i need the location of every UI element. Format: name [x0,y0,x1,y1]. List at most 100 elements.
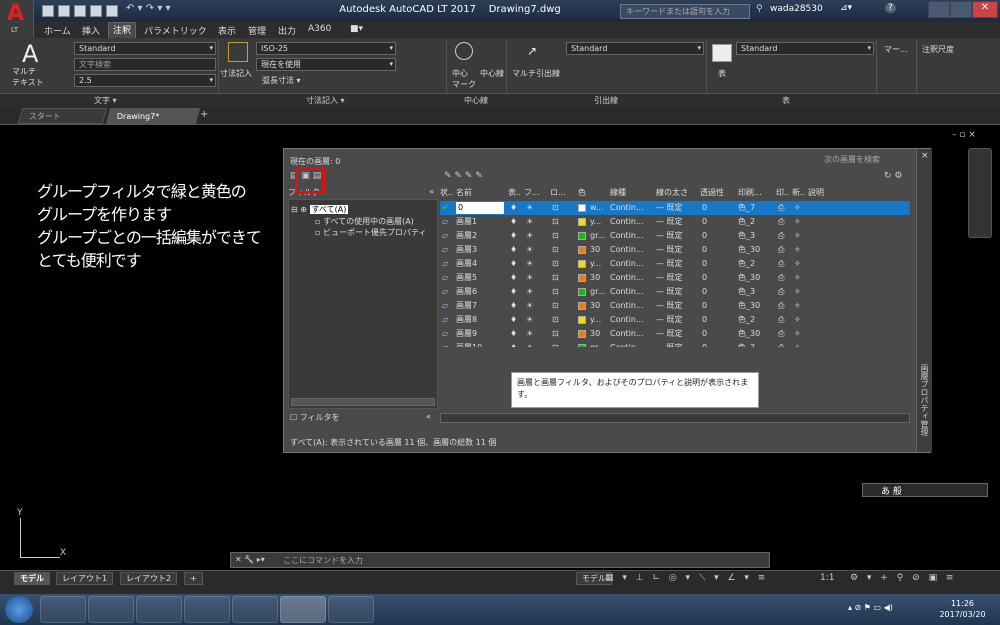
lock-icon[interactable]: ⊡ [552,286,559,298]
linetype[interactable]: Contin... [610,300,644,312]
tab-layout1[interactable]: レイアウト1 [56,572,114,585]
new-vp-freeze-icon[interactable]: ✧ [794,286,801,298]
lock-icon[interactable]: ⊡ [552,216,559,228]
centerline-button[interactable]: 中心線 [480,68,504,79]
lineweight[interactable]: — 既定 [656,342,683,347]
linetype[interactable]: Contin... [610,342,644,347]
lock-icon[interactable]: ⊡ [552,314,559,326]
help-icon[interactable]: ? [885,3,896,13]
printer-icon[interactable]: ⎙ [778,300,784,312]
column-header[interactable]: 色 [578,187,586,199]
command-line[interactable]: ✕ 🔧 ▸▾ ここにコマンドを入力 [230,552,770,568]
linetype[interactable]: Contin... [610,230,644,242]
printer-icon[interactable]: ⎙ [778,272,784,284]
lightbulb-icon[interactable]: ♦ [510,258,517,270]
new-vp-freeze-icon[interactable]: ✧ [794,202,801,214]
printer-icon[interactable]: ⎙ [778,286,784,298]
refresh-settings-icon[interactable]: ↻ ⚙ [884,171,902,181]
linetype[interactable]: Contin... [610,286,644,298]
ime-toolbar[interactable]: あ 般 [862,483,988,497]
start-button[interactable] [5,596,33,623]
linetype[interactable]: Contin... [610,216,644,228]
new-vp-freeze-icon[interactable]: ✧ [794,244,801,256]
transparency[interactable]: 0 [702,272,707,284]
tab-a360[interactable]: A360 [308,24,331,34]
sun-icon[interactable]: ☀ [526,202,533,214]
transparency[interactable]: 0 [702,258,707,270]
lock-icon[interactable]: ⊡ [552,258,559,270]
drafting-toggles[interactable]: ▦ ▾ ⊥ ∟ ◎ ▾ ⟍ ▾ ∠ ▾ ≡ [605,573,768,583]
new-vp-freeze-icon[interactable]: ✧ [794,272,801,284]
open-icon[interactable] [58,5,70,17]
linetype[interactable]: Contin... [610,314,644,326]
layer-row[interactable]: ▱ 画層5 ♦ ☀ ⊡ 30 Contin... — 既定 0 色_30 ⎙ ✧ [440,271,910,285]
tab-drawing7[interactable]: Drawing7* [105,108,201,124]
layer-search-input[interactable]: 次の画層を検索 [824,154,909,165]
lineweight[interactable]: — 既定 [656,202,683,214]
color-swatch[interactable] [578,218,586,226]
lineweight[interactable]: — 既定 [656,244,683,256]
save-icon[interactable] [74,5,86,17]
center-mark-icon[interactable] [455,42,473,60]
layer-row[interactable]: ▱ 画層10 ♦ ☀ ⊡ gr... Contin... — 既定 0 色_3 ⎙ ✧ [440,341,910,347]
column-header[interactable]: フ... [524,187,540,199]
printer-icon[interactable]: ⎙ [778,244,784,256]
lineweight[interactable]: — 既定 [656,328,683,340]
lock-icon[interactable]: ⊡ [552,342,559,347]
lock-icon[interactable]: ⊡ [552,244,559,256]
tab-view[interactable]: 表示 [218,24,236,37]
lineweight[interactable]: — 既定 [656,314,683,326]
table-button[interactable]: 表 [718,68,726,79]
add-layout-button[interactable]: + [184,572,203,585]
transparency[interactable]: 0 [702,230,707,242]
color-swatch[interactable] [578,302,586,310]
print-icon[interactable] [106,5,118,17]
dimension-icon[interactable] [228,42,248,62]
column-header[interactable]: 線種 [610,187,626,199]
tab-manage[interactable]: 管理 [248,24,266,37]
sun-icon[interactable]: ☀ [526,230,533,242]
lightbulb-icon[interactable]: ♦ [510,314,517,326]
color-swatch[interactable] [578,330,586,338]
column-header[interactable]: 状.. [440,187,453,199]
transparency[interactable]: 0 [702,314,707,326]
lightbulb-icon[interactable]: ♦ [510,230,517,242]
new-vp-freeze-icon[interactable]: ✧ [794,328,801,340]
column-header[interactable]: 印.. [776,187,789,199]
close-button[interactable]: ✕ [972,1,998,18]
lineweight[interactable]: — 既定 [656,230,683,242]
dim-panel-label[interactable]: 寸法記入 ▾ [306,95,345,106]
lightbulb-icon[interactable]: ♦ [510,286,517,298]
color-swatch[interactable] [578,288,586,296]
lock-icon[interactable]: ⊡ [552,272,559,284]
ie-icon[interactable] [40,596,86,623]
color-swatch[interactable] [578,204,586,212]
column-header[interactable]: 名前 [456,187,472,199]
layer-row[interactable]: ▱ 画層2 ♦ ☀ ⊡ gr... Contin... — 既定 0 色_3 ⎙ ✧ [440,229,910,243]
new-vp-freeze-icon[interactable]: ✧ [794,342,801,347]
column-header[interactable]: 表.. [508,187,521,199]
dim-style-select[interactable]: ISO-25 ▾ [256,42,396,55]
invert-filter-checkbox[interactable]: ☐ フィルタを [290,412,340,423]
lineweight[interactable]: — 既定 [656,300,683,312]
multiline-text-icon[interactable]: A [22,40,38,68]
status-tools[interactable]: ⚙ ▾ + ⚲ ⊘ ▣ ≡ [850,573,956,583]
new-vp-freeze-icon[interactable]: ✧ [794,258,801,270]
table-icon[interactable] [712,44,732,62]
sun-icon[interactable]: ☀ [526,342,533,347]
printer-icon[interactable]: ⎙ [778,230,784,242]
lineweight[interactable]: — 既定 [656,216,683,228]
collapse-button[interactable]: « [429,187,434,196]
linetype[interactable]: Contin... [610,258,644,270]
lock-icon[interactable]: ⊡ [552,300,559,312]
collapse-button[interactable]: « [426,412,431,421]
layer-row[interactable]: ▱ 画層1 ♦ ☀ ⊡ y... Contin... — 既定 0 色_2 ⎙ ✧ [440,215,910,229]
color-swatch[interactable] [578,344,586,347]
printer-icon[interactable]: ⎙ [778,328,784,340]
lightbulb-icon[interactable]: ♦ [510,244,517,256]
lineweight[interactable]: — 既定 [656,286,683,298]
lineweight[interactable]: — 既定 [656,258,683,270]
help-search-input[interactable]: キーワードまたは語句を入力 [620,4,750,19]
text-panel-label[interactable]: 文字 ▾ [94,95,117,106]
tab-start[interactable]: スタート [17,108,108,124]
